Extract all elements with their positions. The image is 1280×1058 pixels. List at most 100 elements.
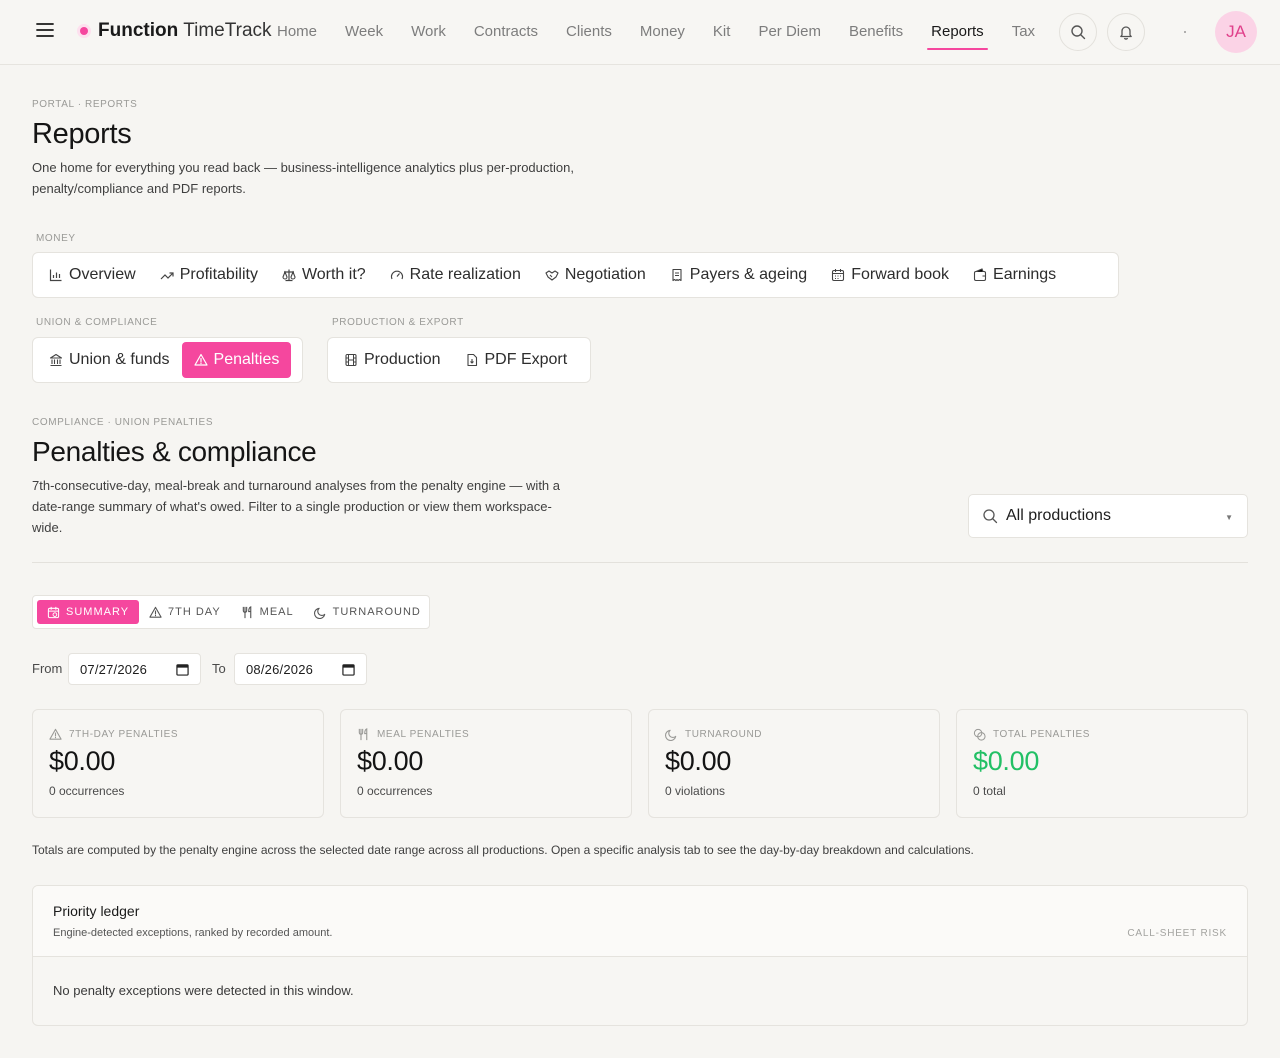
- gauge-icon: [390, 270, 403, 280]
- main-nav: Home Week Work Contracts Clients Money K…: [277, 0, 1063, 64]
- section-divider: [32, 562, 1248, 563]
- tab-7th-day[interactable]: 7TH DAY: [139, 600, 231, 624]
- calendar-clock-icon: [47, 606, 60, 618]
- from-label: From: [32, 661, 63, 676]
- nav-clients[interactable]: Clients: [566, 0, 612, 64]
- nav-tax[interactable]: Tax: [1012, 0, 1035, 64]
- production-report-tabs: Production PDF Export: [327, 337, 591, 383]
- report-tab-negotiation[interactable]: Negotiation: [533, 257, 658, 293]
- bell-icon: [1120, 26, 1132, 40]
- brand-dot-icon: [80, 27, 88, 35]
- group-label-union: UNION & COMPLIANCE: [36, 317, 158, 328]
- nav-contracts[interactable]: Contracts: [474, 0, 538, 64]
- report-tab-production[interactable]: Production: [332, 342, 453, 378]
- report-tab-worth-it[interactable]: Worth it?: [270, 257, 378, 293]
- tab-turnaround[interactable]: TURNAROUND: [304, 600, 431, 624]
- brand-name-light: TimeTrack: [183, 20, 272, 41]
- menu-icon[interactable]: [36, 22, 56, 42]
- breadcrumb: PORTAL · REPORTS: [32, 99, 138, 110]
- alert-triangle-icon: [49, 728, 62, 740]
- moon-icon: [313, 607, 325, 619]
- group-label-production: PRODUCTION & EXPORT: [332, 317, 464, 328]
- group-label-money: MONEY: [36, 233, 76, 244]
- card-meal-penalties: MEAL PENALTIES $0.00 0 occurrences: [340, 709, 632, 818]
- chevron-down-icon: ▼: [1225, 513, 1233, 522]
- card-sub: 0 total: [973, 784, 1006, 798]
- report-tab-payers-ageing[interactable]: Payers & ageing: [658, 257, 819, 293]
- to-label: To: [212, 661, 226, 676]
- file-download-icon: [466, 353, 477, 367]
- nav-money[interactable]: Money: [640, 0, 685, 64]
- bank-icon: [49, 353, 63, 367]
- report-tab-earnings[interactable]: Earnings: [961, 257, 1068, 293]
- report-tab-forward-book[interactable]: Forward book: [819, 257, 961, 293]
- card-sub: 0 violations: [665, 784, 726, 798]
- trending-up-icon: [160, 272, 174, 280]
- nav-week[interactable]: Week: [345, 0, 383, 64]
- utensils-icon: [358, 728, 368, 741]
- nav-reports[interactable]: Reports: [927, 0, 988, 64]
- report-tab-rate-realization[interactable]: Rate realization: [378, 257, 533, 293]
- tab-summary[interactable]: SUMMARY: [37, 600, 140, 624]
- coins-icon: [973, 728, 986, 741]
- page-title: Reports: [32, 118, 132, 150]
- card-7th-day-penalties: 7TH-DAY PENALTIES $0.00 0 occurrences: [32, 709, 324, 818]
- nav-kit[interactable]: Kit: [713, 0, 731, 64]
- notifications-button[interactable]: [1107, 13, 1145, 51]
- receipt-icon: [672, 268, 682, 282]
- ledger-subtitle: Engine-detected exceptions, ranked by re…: [53, 927, 333, 939]
- scale-icon: [282, 269, 296, 282]
- alert-triangle-icon: [193, 353, 208, 366]
- report-tab-profitability[interactable]: Profitability: [148, 257, 270, 293]
- priority-ledger: Priority ledger Engine-detected exceptio…: [32, 885, 1248, 1026]
- card-sub: 0 occurrences: [357, 784, 433, 798]
- report-tab-pdf-export[interactable]: PDF Export: [453, 342, 580, 378]
- union-report-tabs: Union & funds Penalties: [32, 337, 303, 383]
- card-value: $0.00: [49, 746, 116, 776]
- nav-home[interactable]: Home: [277, 0, 317, 64]
- avatar[interactable]: JA: [1215, 11, 1257, 53]
- bar-chart-icon: [49, 269, 62, 282]
- report-tab-overview[interactable]: Overview: [37, 257, 148, 293]
- nav-benefits[interactable]: Benefits: [849, 0, 903, 64]
- card-value: $0.00: [665, 746, 732, 776]
- search-button[interactable]: [1059, 13, 1097, 51]
- from-date-input[interactable]: 07/27/2026: [68, 653, 201, 685]
- calendar-icon: [832, 269, 845, 282]
- section-breadcrumb: COMPLIANCE · UNION PENALTIES: [32, 417, 214, 428]
- nav-work[interactable]: Work: [411, 0, 446, 64]
- nav-per-diem[interactable]: Per Diem: [758, 0, 821, 64]
- top-bar: Function TimeTrack Home Week Work Contra…: [0, 0, 1280, 65]
- search-icon: [1071, 25, 1086, 40]
- production-filter-select[interactable]: All productions ▼: [968, 494, 1248, 538]
- handshake-icon: [545, 270, 559, 281]
- calendar-icon: [176, 664, 189, 676]
- report-tab-penalties[interactable]: Penalties: [181, 342, 292, 378]
- brand-logo[interactable]: Function TimeTrack: [80, 20, 272, 42]
- ledger-header: Priority ledger Engine-detected exceptio…: [33, 886, 1247, 957]
- card-value: $0.00: [973, 746, 1040, 776]
- report-tab-union-funds[interactable]: Union & funds: [37, 342, 182, 378]
- film-icon: [345, 353, 357, 367]
- card-total-penalties: TOTAL PENALTIES $0.00 0 total: [956, 709, 1248, 818]
- utensils-icon: [242, 605, 251, 618]
- production-filter-value: All productions: [1006, 507, 1111, 524]
- brand-name-bold: Function: [98, 20, 179, 41]
- calendar-icon: [342, 664, 355, 676]
- analysis-tabs: SUMMARY 7TH DAY MEAL TURNAROUND: [32, 595, 430, 629]
- section-title: Penalties & compliance: [32, 436, 317, 467]
- section-description: 7th-consecutive-day, meal-break and turn…: [32, 478, 560, 535]
- card-sub: 0 occurrences: [49, 784, 125, 798]
- to-date-input[interactable]: 08/26/2026: [234, 653, 367, 685]
- alert-triangle-icon: [149, 606, 162, 618]
- ledger-title: Priority ledger: [53, 903, 140, 919]
- wallet-icon: [973, 268, 987, 282]
- card-value: $0.00: [357, 746, 424, 776]
- search-icon: [983, 509, 998, 524]
- ledger-empty-state: No penalty exceptions were detected in t…: [53, 983, 354, 998]
- tab-meal[interactable]: MEAL: [231, 600, 304, 624]
- totals-note: Totals are computed by the penalty engin…: [32, 843, 974, 857]
- card-turnaround: TURNAROUND $0.00 0 violations: [648, 709, 940, 818]
- moon-icon: [665, 729, 677, 741]
- page-description: One home for everything you read back — …: [32, 160, 574, 196]
